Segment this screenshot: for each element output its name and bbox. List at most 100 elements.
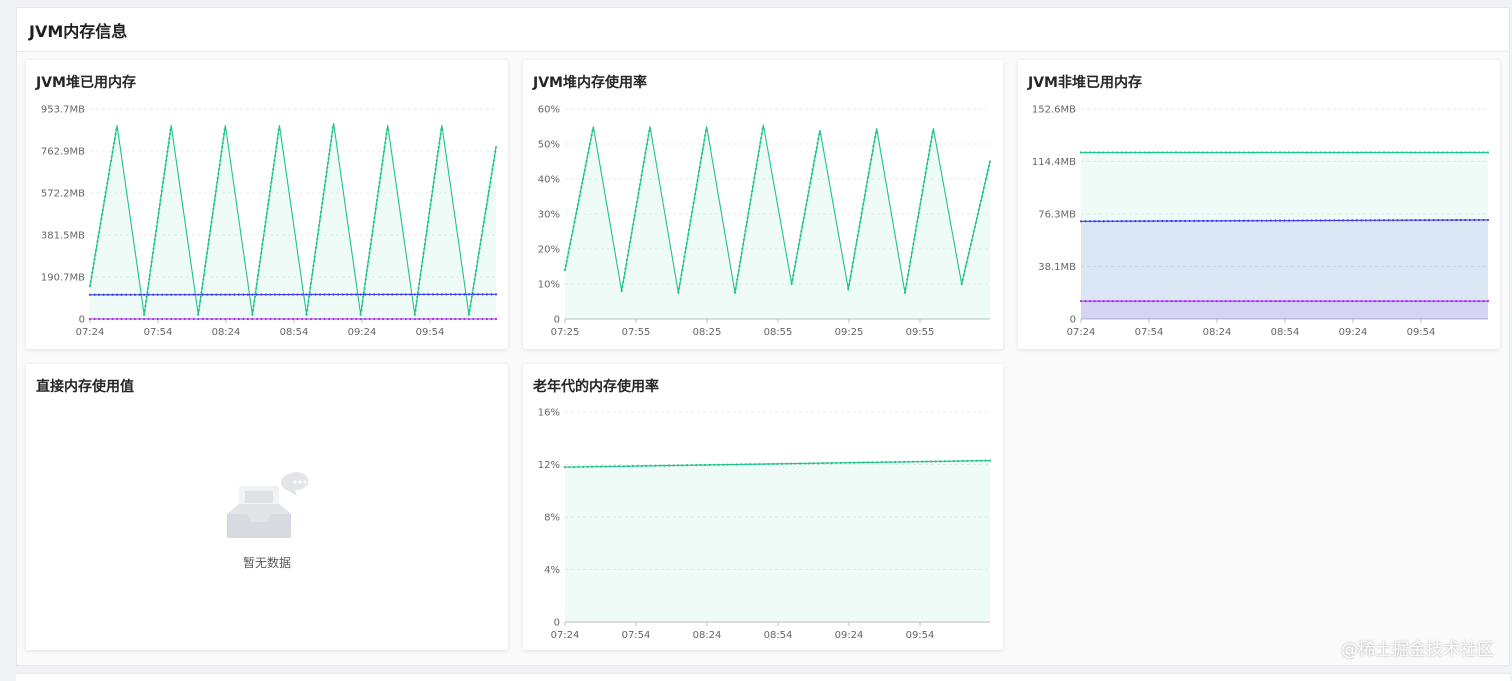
green-series-point xyxy=(581,182,583,184)
green-series-point xyxy=(208,239,210,241)
green-series-point xyxy=(1315,151,1317,153)
green-series-point xyxy=(383,151,385,153)
green-series-point xyxy=(430,199,432,201)
jvm-memory-section: JVM内存信息 JVM堆已用内存 0190.7MB381.5MB572.2MB7… xyxy=(16,7,1510,666)
heap-used-chart[interactable]: 0190.7MB381.5MB572.2MB762.9MB953.7MB07:2… xyxy=(26,60,508,349)
blue-series-point xyxy=(157,294,159,296)
green-series-point xyxy=(99,227,101,229)
y-tick-label: 152.6MB xyxy=(1032,105,1076,116)
green-series-point xyxy=(790,463,792,465)
purple-series-point xyxy=(188,318,190,320)
green-series-point xyxy=(480,239,482,241)
green-series-point xyxy=(812,164,814,166)
heap-usage-rate-chart[interactable]: 010%20%30%40%50%60%07:2507:5508:2508:550… xyxy=(523,60,1003,349)
green-series-point xyxy=(847,288,849,290)
blue-series-point xyxy=(1351,219,1353,221)
green-series-point xyxy=(435,164,437,166)
green-series-point xyxy=(1415,151,1417,153)
green-series-point xyxy=(691,211,693,213)
green-series-point xyxy=(641,170,643,172)
green-series-point xyxy=(431,195,433,197)
green-series-point xyxy=(749,463,751,465)
green-series-point xyxy=(760,137,762,139)
blue-series-point xyxy=(1152,220,1154,222)
green-series-point xyxy=(627,254,629,256)
green-series-point xyxy=(643,161,645,163)
purple-series-point xyxy=(175,318,177,320)
green-series-point xyxy=(776,463,778,465)
blue-series-point xyxy=(143,294,145,296)
old-gen-rate-chart[interactable]: 04%8%12%16%07:2407:5408:2408:5409:2409:5… xyxy=(523,364,1003,650)
green-series-point xyxy=(163,173,165,175)
purple-series-point xyxy=(373,318,375,320)
blue-series-point xyxy=(1103,220,1105,222)
purple-series-point xyxy=(468,318,470,320)
green-series-point xyxy=(417,287,419,289)
blue-series-point xyxy=(1301,219,1303,221)
blue-series-point xyxy=(238,294,240,296)
green-series-point xyxy=(386,129,388,131)
green-series-point xyxy=(852,261,854,263)
blue-series-point xyxy=(328,293,330,295)
green-series-point xyxy=(416,296,418,298)
green-series-point xyxy=(1143,151,1145,153)
green-series-point xyxy=(935,460,937,462)
green-series-point xyxy=(108,169,110,171)
green-series-point xyxy=(90,280,92,282)
green-series-point xyxy=(482,225,484,227)
green-series-point xyxy=(1121,151,1123,153)
green-series-point xyxy=(197,313,199,315)
green-series-point xyxy=(640,174,642,176)
green-series-point xyxy=(163,177,165,179)
green-series-point xyxy=(209,230,211,232)
green-series-point xyxy=(700,464,702,466)
green-series-point xyxy=(1292,151,1294,153)
purple-series-point xyxy=(1419,300,1421,302)
green-series-point xyxy=(1342,151,1344,153)
purple-series-point xyxy=(414,318,416,320)
green-series-point xyxy=(377,195,379,197)
green-series-point xyxy=(791,283,793,285)
green-series-point xyxy=(370,243,372,245)
blue-series-point xyxy=(1482,219,1484,221)
blue-series-point xyxy=(1107,220,1109,222)
purple-series-point xyxy=(220,318,222,320)
blue-series-point xyxy=(1360,219,1362,221)
green-series-point xyxy=(872,150,874,152)
green-series-point xyxy=(965,265,967,267)
green-series-point xyxy=(214,199,216,201)
x-tick-label: 07:54 xyxy=(144,327,173,338)
green-series-point xyxy=(440,133,442,135)
green-series-point xyxy=(429,203,431,205)
green-series-point xyxy=(1247,151,1249,153)
green-series-point xyxy=(485,208,487,210)
green-series-point xyxy=(1166,151,1168,153)
green-series-point xyxy=(983,187,985,189)
green-series-point xyxy=(672,464,674,466)
green-series-point xyxy=(424,243,426,245)
green-series-point xyxy=(748,208,750,210)
nonheap-used-chart[interactable]: 038.1MB76.3MB114.4MB152.6MB07:2407:5408:… xyxy=(1018,60,1500,349)
green-series-point xyxy=(923,181,925,183)
green-series-point xyxy=(254,291,256,293)
blue-series-point xyxy=(1292,219,1294,221)
green-series-point xyxy=(799,239,801,241)
green-series-point xyxy=(699,161,701,163)
green-series-point xyxy=(858,226,860,228)
purple-series-point xyxy=(278,318,280,320)
purple-series-point xyxy=(148,318,150,320)
green-series-point xyxy=(564,466,566,468)
green-series-point xyxy=(972,235,974,237)
green-series-point xyxy=(962,279,964,281)
blue-series-point xyxy=(1216,220,1218,222)
purple-series-point xyxy=(1229,300,1231,302)
purple-series-point xyxy=(1112,300,1114,302)
green-series-point xyxy=(315,247,317,249)
green-series-point xyxy=(758,463,760,465)
blue-series-point xyxy=(1161,220,1163,222)
green-series-point xyxy=(307,305,309,307)
purple-series-point xyxy=(1342,300,1344,302)
purple-series-point xyxy=(1188,300,1190,302)
green-series-point xyxy=(99,222,101,224)
green-series-point xyxy=(976,217,978,219)
